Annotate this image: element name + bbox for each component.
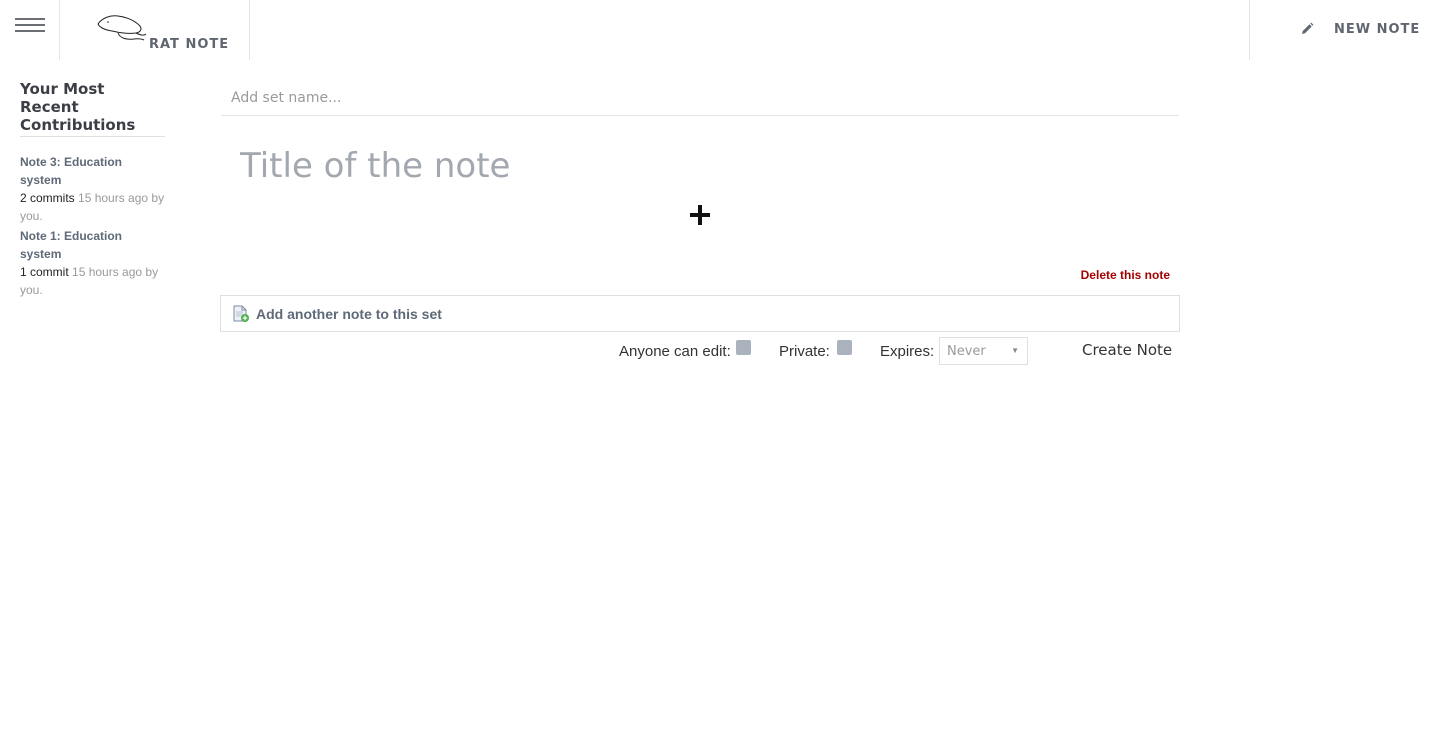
add-content-plus-icon[interactable] — [688, 203, 712, 227]
brand[interactable]: RAT NOTE — [60, 0, 250, 60]
delete-note-link[interactable]: Delete this note — [1060, 268, 1170, 282]
add-another-note-label: Add another note to this set — [256, 306, 442, 322]
top-header: RAT NOTE NEW NOTE — [0, 0, 1440, 60]
create-note-button[interactable]: Create Note — [1082, 341, 1172, 359]
add-document-icon — [233, 305, 249, 322]
expires-select[interactable]: Never ▼ — [939, 337, 1028, 365]
note-title-input[interactable] — [230, 138, 1170, 194]
note-options-bar: Anyone can edit: Private: Expires: Never… — [0, 336, 1440, 366]
expires-selected-value: Never — [947, 344, 986, 359]
new-note-button[interactable]: NEW NOTE — [1249, 0, 1440, 60]
brand-name: RAT NOTE — [149, 37, 230, 52]
new-note-label: NEW NOTE — [1334, 22, 1421, 37]
rat-logo-icon — [97, 15, 147, 41]
sidebar-heading: Your Most Recent Contributions — [20, 80, 165, 137]
contribution-title-link[interactable]: Note 1: Education system — [20, 227, 165, 263]
anyone-can-edit-checkbox[interactable] — [736, 340, 751, 355]
contribution-item: Note 3: Education system 2 commits 15 ho… — [20, 153, 165, 225]
pencil-icon — [1302, 22, 1314, 34]
recent-contributions-sidebar: Your Most Recent Contributions Note 3: E… — [20, 80, 165, 299]
contribution-meta: 1 commit 15 hours ago by you. — [20, 263, 165, 299]
commits-link[interactable]: 1 commit — [20, 265, 69, 279]
add-another-note-button[interactable]: Add another note to this set — [220, 295, 1180, 332]
menu-icon[interactable] — [0, 0, 60, 60]
contribution-item: Note 1: Education system 1 commit 15 hou… — [20, 227, 165, 299]
private-label: Private: — [779, 343, 830, 360]
contribution-meta: 2 commits 15 hours ago by you. — [20, 189, 165, 225]
expires-label: Expires: — [880, 343, 935, 360]
contribution-title-link[interactable]: Note 3: Education system — [20, 153, 165, 189]
commits-link[interactable]: 2 commits — [20, 191, 75, 205]
private-checkbox[interactable] — [837, 340, 852, 355]
dropdown-caret-icon: ▼ — [1011, 346, 1019, 355]
anyone-can-edit-label: Anyone can edit: — [619, 343, 731, 360]
set-name-input[interactable] — [221, 80, 1179, 116]
